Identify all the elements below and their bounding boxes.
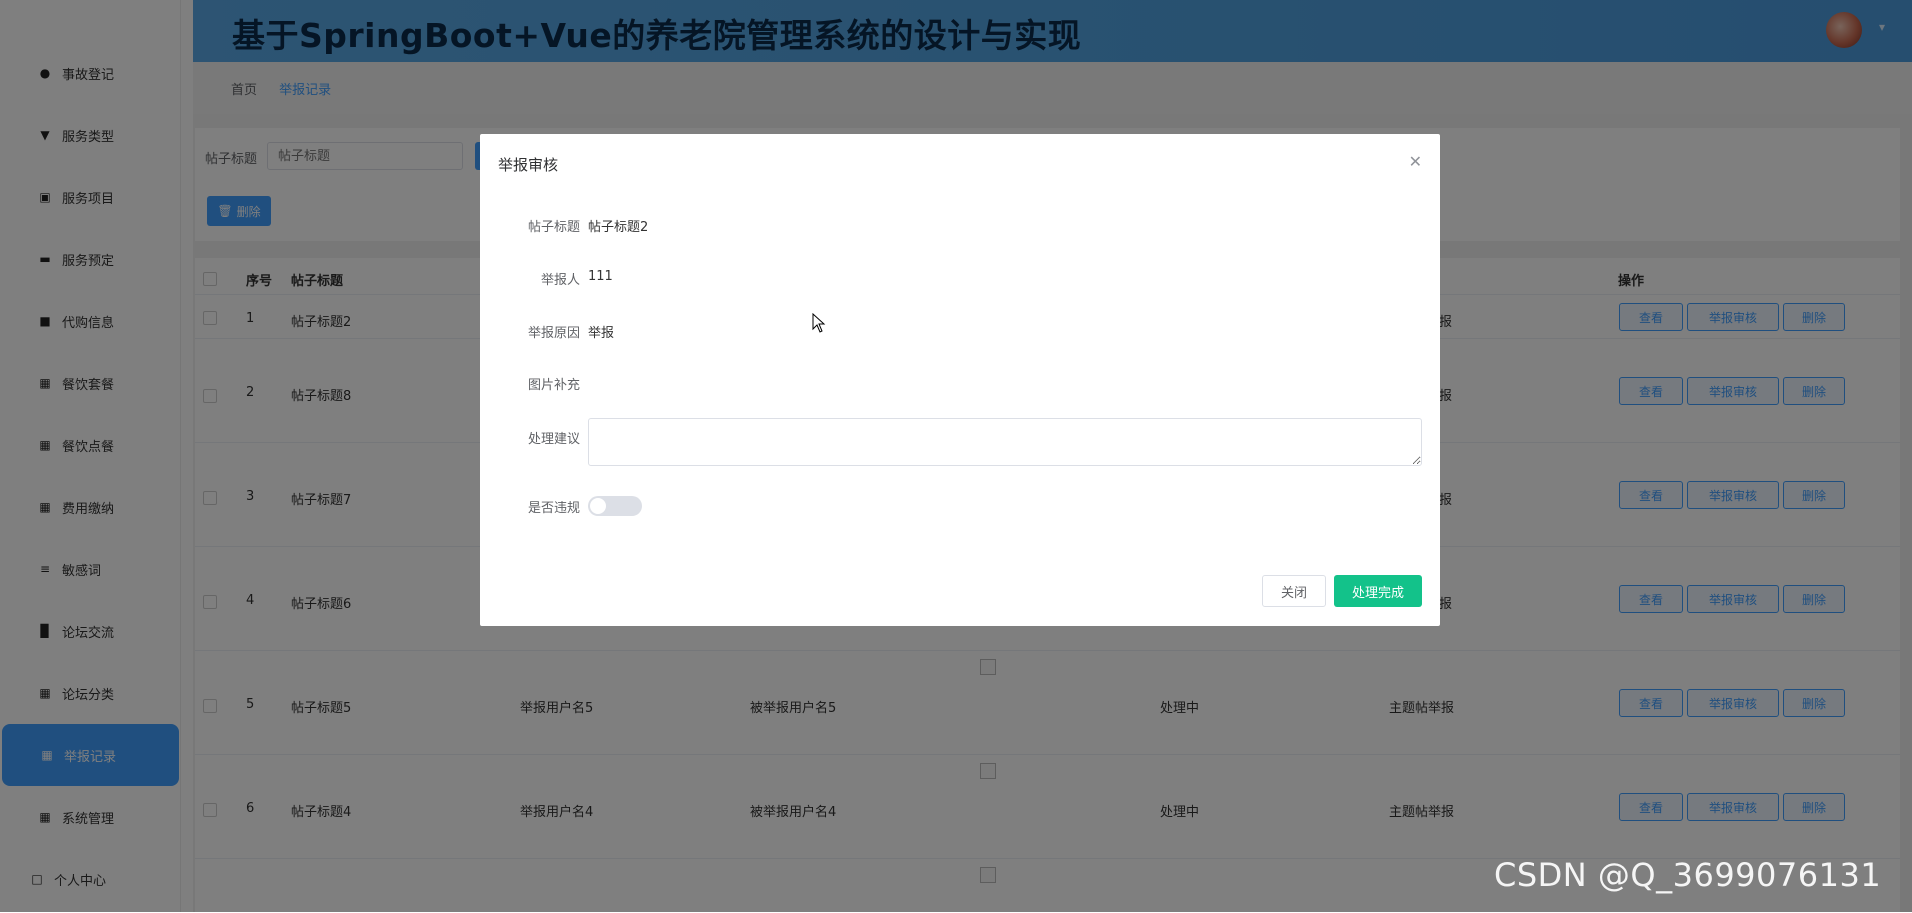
mouse-cursor-icon [812,313,826,333]
close-button[interactable]: 关闭 [1262,575,1326,607]
post-title-label: 帖子标题 [527,220,580,235]
done-button[interactable]: 处理完成 [1334,575,1422,607]
watermark: CSDN @Q_3699076131 [1494,856,1882,894]
reason-label: 举报原因 [527,326,580,341]
close-icon[interactable]: ✕ [1409,152,1422,171]
reporter-label: 举报人 [540,273,580,288]
violation-label: 是否违规 [527,501,580,516]
violation-switch[interactable] [588,496,642,516]
reason-value: 举报 [588,326,615,341]
post-title-value: 帖子标题2 [588,220,649,235]
suggestion-textarea[interactable] [588,418,1422,466]
suggestion-label: 处理建议 [527,432,580,447]
image-label: 图片补充 [527,378,580,393]
dialog-title: 举报审核 [498,156,559,174]
switch-knob [590,498,606,514]
report-review-dialog: 举报审核 ✕ 帖子标题 帖子标题2 举报人 111 举报原因 举报 图片补充 处… [480,134,1440,626]
reporter-value: 111 [588,269,613,284]
